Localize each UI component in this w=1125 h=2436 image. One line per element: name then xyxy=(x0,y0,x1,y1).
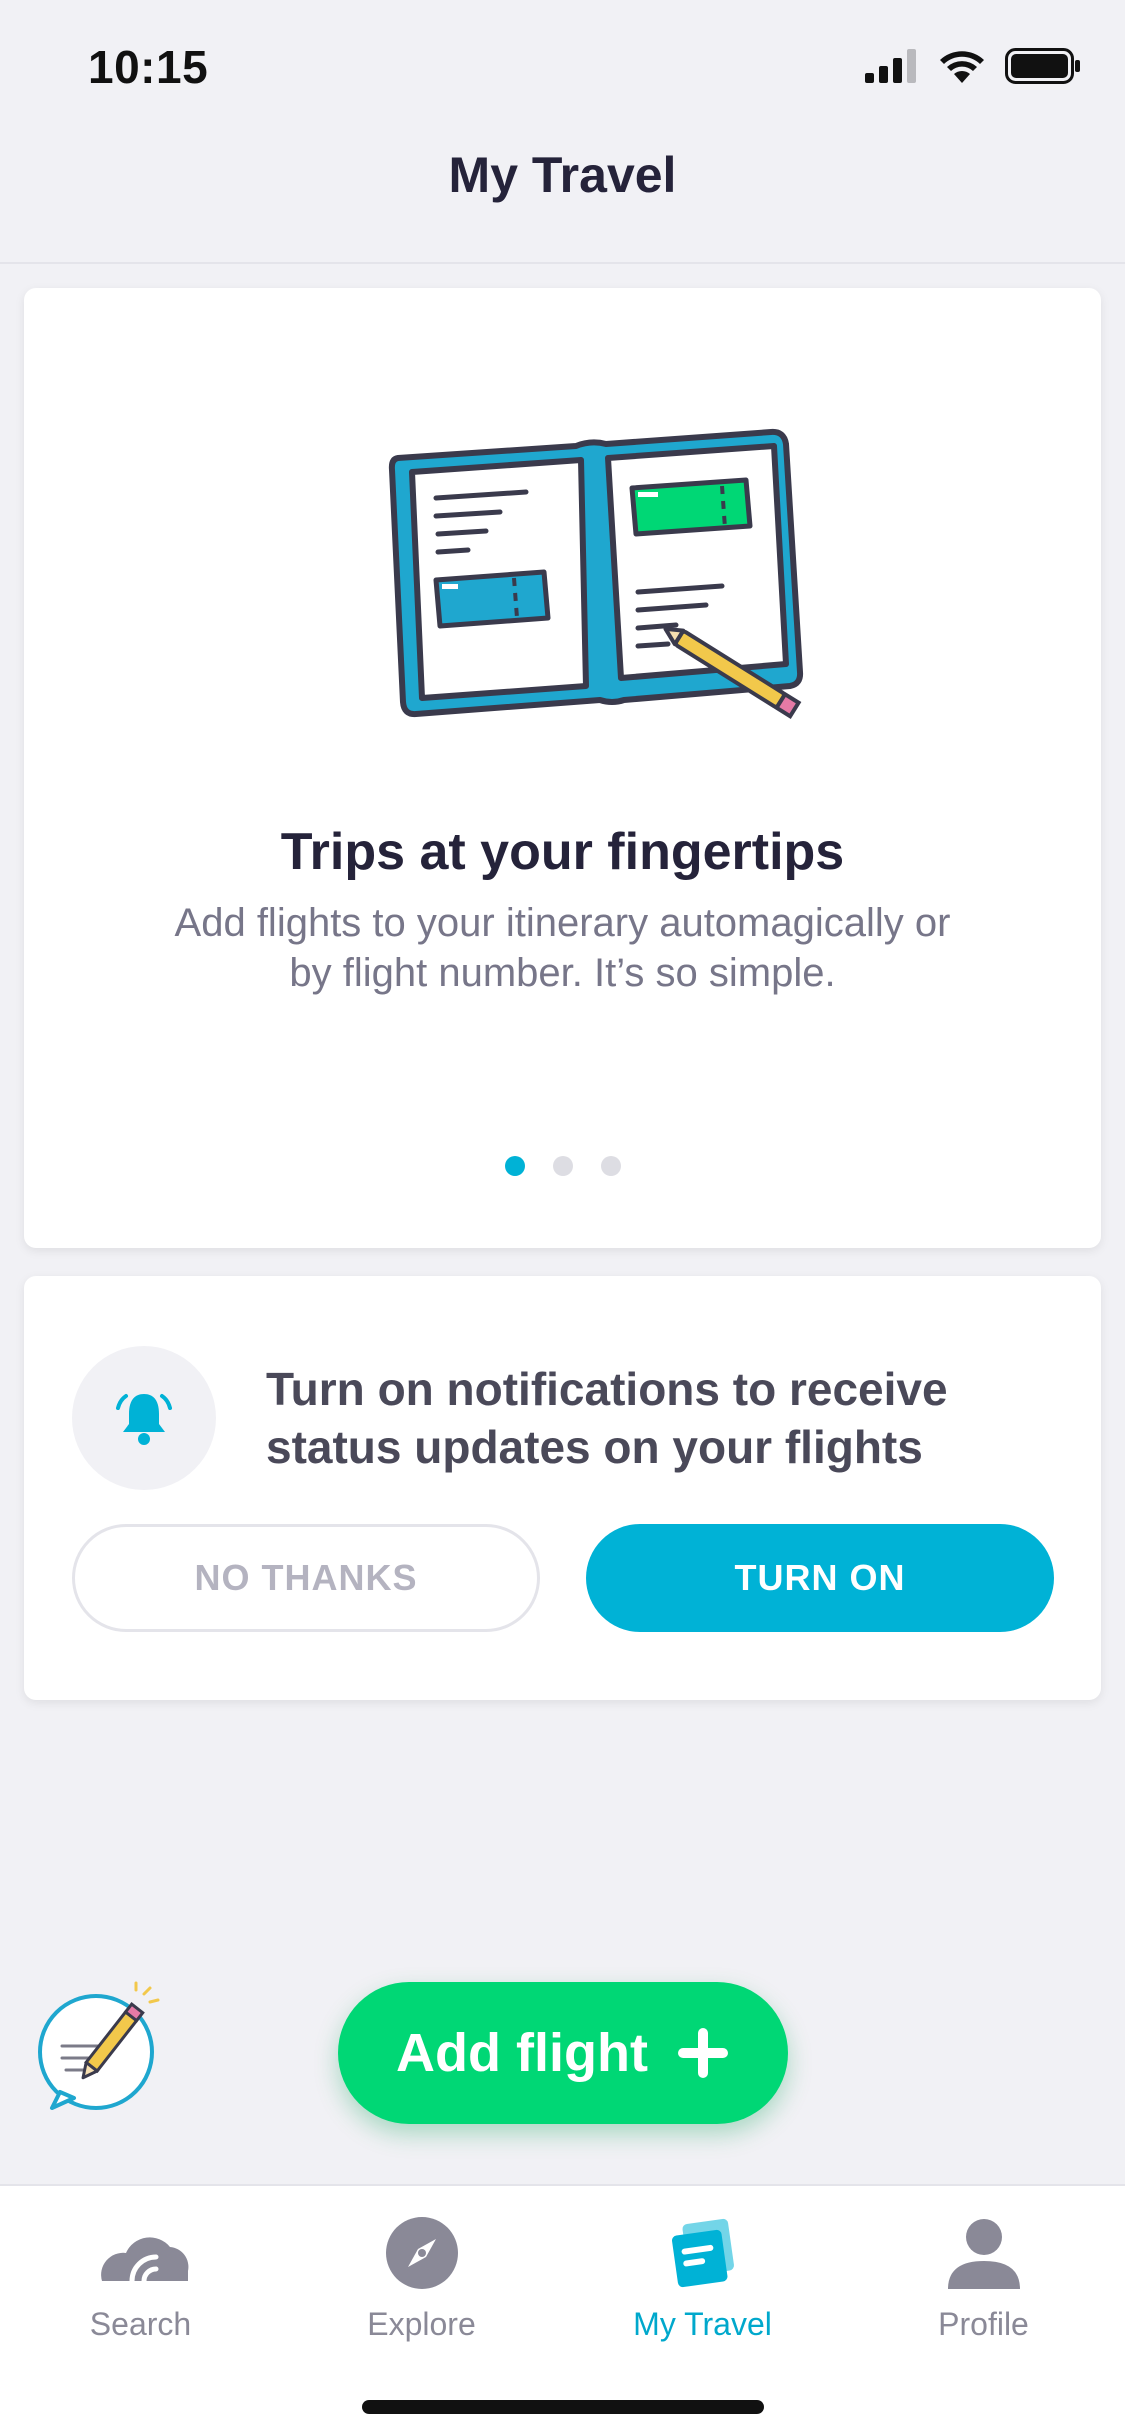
profile-icon xyxy=(947,2219,1020,2289)
compass-icon xyxy=(385,2217,458,2289)
tab-profile[interactable]: Profile xyxy=(843,2186,1124,2366)
notification-prompt: Turn on notifications to receive status … xyxy=(266,1363,948,1473)
plus-icon xyxy=(677,2028,728,2078)
tab-explore[interactable]: Explore xyxy=(281,2186,562,2366)
my-travel-icon xyxy=(671,2218,734,2288)
bell-badge xyxy=(72,1346,216,1490)
feedback-icon[interactable] xyxy=(36,1980,166,2110)
page-dot-3[interactable] xyxy=(600,1156,621,1176)
tab-profile-label: Profile xyxy=(938,2306,1029,2342)
tab-bar: Search Explore My Travel Profile xyxy=(0,2184,1125,2436)
wifi-icon xyxy=(940,51,984,83)
turn-on-button[interactable]: TURN ON xyxy=(586,1524,1054,1632)
page-dot-1[interactable] xyxy=(504,1156,525,1176)
status-icons xyxy=(865,48,1081,84)
notifications-card: Turn on notifications to receive status … xyxy=(24,1276,1101,1700)
tab-search-label: Search xyxy=(89,2306,192,2342)
search-cloud-icon xyxy=(100,2237,188,2283)
battery-icon xyxy=(1005,48,1080,84)
tab-my-travel-label: My Travel xyxy=(633,2306,772,2342)
tab-my-travel[interactable]: My Travel xyxy=(562,2186,843,2366)
signal-icon xyxy=(865,49,916,83)
page-title: My Travel xyxy=(448,147,677,203)
hero-description: Add flights to your itinerary automagica… xyxy=(174,901,951,995)
bell-icon xyxy=(116,1394,172,1445)
add-flight-button[interactable]: Add flight xyxy=(338,1982,788,2124)
home-indicator xyxy=(362,2400,764,2414)
status-bar: 10:15 xyxy=(0,0,1125,132)
tab-explore-label: Explore xyxy=(367,2306,476,2342)
hero-title: Trips at your fingertips xyxy=(280,823,845,881)
tab-search[interactable]: Search xyxy=(0,2186,281,2366)
add-flight-label: Add flight xyxy=(396,2023,648,2083)
status-time: 10:15 xyxy=(88,41,209,93)
no-thanks-button[interactable]: NO THANKS xyxy=(72,1524,540,1632)
open-passport-illustration xyxy=(388,428,804,720)
page-dot-2[interactable] xyxy=(552,1156,573,1176)
onboarding-card[interactable]: Trips at your fingertips Add flights to … xyxy=(24,288,1101,1248)
page-indicator[interactable] xyxy=(24,1156,1101,1176)
nav-divider xyxy=(0,262,1125,264)
